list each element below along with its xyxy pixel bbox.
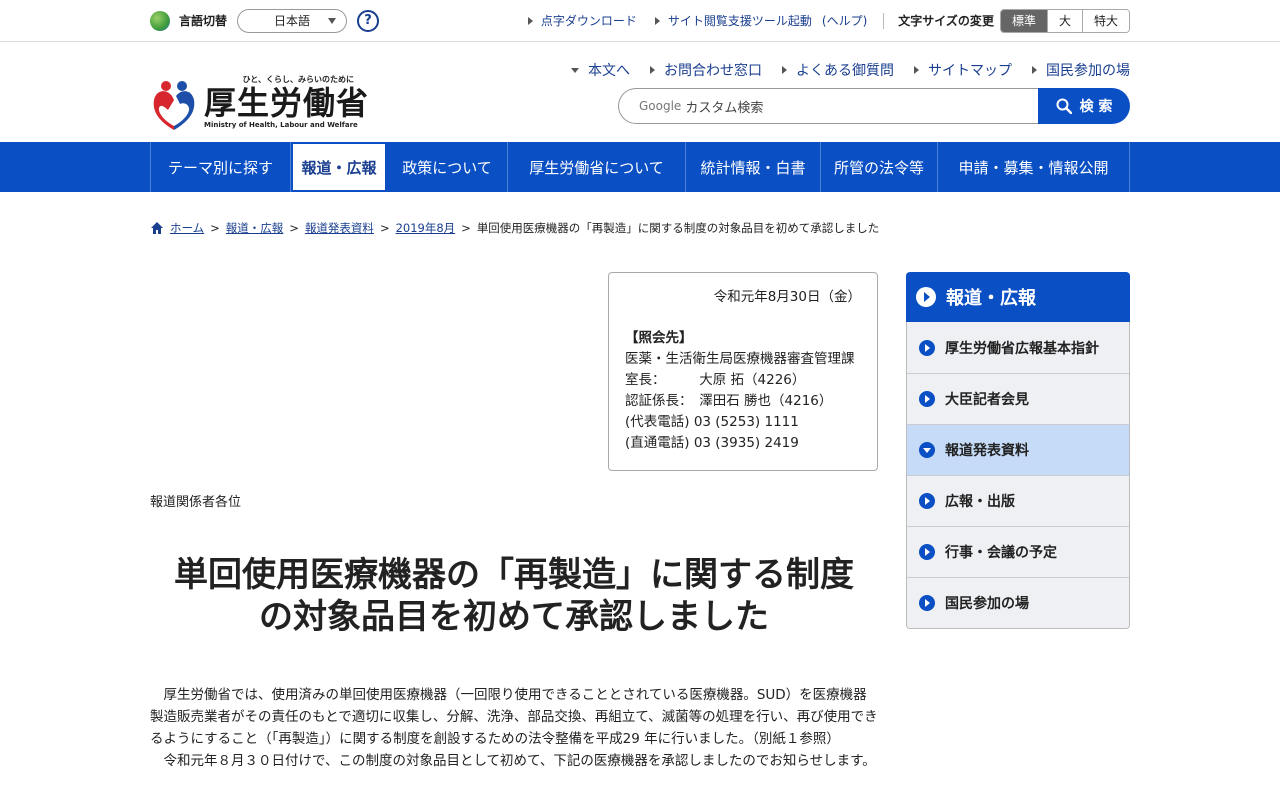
breadcrumb-current: 単回使用医療機器の「再製造」に関する制度の対象品目を初めて承認しました [476, 221, 880, 235]
arrow-circle-icon [916, 287, 936, 307]
divider [883, 12, 885, 29]
utility-links: 点字ダウンロード サイト閲覧支援ツール起動 (ヘルプ) 文字サイズの変更 標準 … [510, 8, 1130, 33]
nav-press[interactable]: 報道・広報 [291, 142, 387, 192]
sidebar-item-participation[interactable]: 国民参加の場 [907, 577, 1129, 628]
breadcrumb-home[interactable]: ホーム [170, 220, 204, 236]
home-icon [151, 222, 163, 234]
breadcrumb: ホーム > 報道・広報 > 報道発表資料 > 2019年8月 > 単回使用医療機… [150, 192, 1130, 236]
arrow-right-icon [654, 16, 660, 25]
site-header: ひと、くらし、みらいのために 厚生労働省 Ministry of Health,… [150, 42, 1130, 142]
mhlw-logo-icon [153, 81, 195, 130]
search-input[interactable]: Google カスタム検索 [618, 88, 1038, 124]
logo-english-name: Ministry of Health, Labour and Welfare [204, 121, 358, 129]
contact-link[interactable]: お問合わせ窓口 [650, 60, 762, 80]
breadcrumb-press[interactable]: 報道・広報 [226, 220, 284, 236]
main-area: 令和元年8月30日（金） 【照会先】 医薬・生活衛生局医療機器審査管理課 室長：… [150, 236, 1130, 772]
arrow-circle-icon [919, 493, 935, 509]
braille-download-link[interactable]: 点字ダウンロード [527, 12, 637, 29]
breadcrumb-separator: > [210, 221, 220, 235]
sidebar-item-press-conference[interactable]: 大臣記者会見 [907, 373, 1129, 424]
breadcrumb-separator: > [289, 221, 299, 235]
sidebar-heading[interactable]: 報道・広報 [906, 272, 1130, 322]
font-size-xlarge-button[interactable]: 特大 [1081, 9, 1129, 32]
site-logo[interactable]: ひと、くらし、みらいのために 厚生労働省 Ministry of Health,… [150, 74, 369, 134]
accessibility-help-link[interactable]: (ヘルプ) [822, 12, 867, 29]
article: 令和元年8月30日（金） 【照会先】 医薬・生活衛生局医療機器審査管理課 室長：… [150, 272, 878, 772]
paragraph: 厚生労働省では、使用済みの単回使用医療機器（一回限り使用できることとされている医… [150, 687, 878, 747]
public-participation-link[interactable]: 国民参加の場 [1032, 60, 1130, 80]
language-label: 言語切替 [179, 14, 228, 28]
language-select[interactable]: 日本語 [237, 8, 348, 33]
contact-line: (代表電話) 03 (5253) 1111 [625, 414, 799, 430]
release-date: 令和元年8月30日（金） [713, 289, 861, 305]
global-nav: テーマ別に探す 報道・広報 政策について 厚生労働省について 統計情報・白書 所… [0, 142, 1280, 192]
sidebar-item-pr-guidelines[interactable]: 厚生労働省広報基本指針 [907, 322, 1129, 373]
sidebar-item-publications[interactable]: 広報・出版 [907, 475, 1129, 526]
font-size-standard-button[interactable]: 標準 [1000, 9, 1047, 32]
arrow-right-icon [1032, 66, 1037, 74]
nav-theme[interactable]: テーマ別に探す [151, 142, 291, 192]
sitemap-link[interactable]: サイトマップ [914, 60, 1012, 80]
font-size-switcher: 標準 大 特大 [999, 8, 1130, 33]
logo-name: 厚生労働省 [204, 84, 370, 122]
arrow-down-icon [571, 67, 579, 73]
nav-applications[interactable]: 申請・募集・情報公開 [938, 142, 1130, 192]
contact-box: 令和元年8月30日（金） 【照会先】 医薬・生活衛生局医療機器審査管理課 室長：… [608, 272, 878, 471]
breadcrumb-press-releases[interactable]: 報道発表資料 [305, 220, 374, 236]
nav-laws[interactable]: 所管の法令等 [821, 142, 938, 192]
nav-about[interactable]: 厚生労働省について [508, 142, 686, 192]
arrow-down-circle-icon [919, 442, 935, 458]
nav-statistics[interactable]: 統計情報・白書 [686, 142, 821, 192]
breadcrumb-separator: > [461, 221, 471, 235]
article-body: 厚生労働省では、使用済みの単回使用医療機器（一回限り使用できることとされている医… [150, 684, 878, 772]
arrow-right-icon [782, 66, 787, 74]
arrow-right-icon [650, 66, 655, 74]
font-size-large-button[interactable]: 大 [1046, 9, 1082, 32]
accessibility-tool-link[interactable]: サイト閲覧支援ツール起動 [654, 12, 812, 29]
contact-line: 室長： 大原 拓（4226） [625, 372, 806, 388]
sidebar: 報道・広報 厚生労働省広報基本指針 大臣記者会見 報道発表資料 広報・出版 行事… [906, 272, 1130, 772]
search-icon [1056, 98, 1072, 114]
search-placeholder: カスタム検索 [685, 100, 764, 116]
arrow-circle-icon [919, 339, 935, 356]
sidebar-item-press-releases[interactable]: 報道発表資料 [907, 424, 1129, 475]
page-title: 単回使用医療機器の「再製造」に関する制度 の対象品目を初めて承認しました [174, 555, 854, 637]
contact-line: 認証係長： 澤田石 勝也（4216） [625, 393, 833, 409]
contact-line: (直通電話) 03 (3935) 2419 [625, 435, 799, 451]
google-label: Google [639, 99, 682, 113]
globe-icon [150, 10, 170, 31]
contact-line: 医薬・生活衛生局医療機器審査管理課 [625, 351, 855, 367]
faq-link[interactable]: よくある御質問 [782, 60, 894, 80]
skip-to-content-link[interactable]: 本文へ [571, 60, 630, 80]
arrow-circle-icon [919, 391, 935, 407]
breadcrumb-month[interactable]: 2019年8月 [396, 220, 456, 236]
breadcrumb-separator: > [379, 221, 390, 235]
sidebar-list: 厚生労働省広報基本指針 大臣記者会見 報道発表資料 広報・出版 行事・会議の予定… [906, 322, 1130, 629]
arrow-circle-icon [919, 544, 935, 560]
sidebar-item-events[interactable]: 行事・会議の予定 [907, 526, 1129, 577]
search-box: Google カスタム検索 検 索 [618, 88, 1130, 124]
help-icon[interactable]: ? [357, 9, 380, 32]
paragraph: 令和元年８月３０日付けで、この制度の対象品目として初めて、下記の医療機器を承認し… [163, 753, 876, 769]
arrow-right-icon [527, 16, 533, 25]
contact-heading: 【照会先】 [625, 330, 693, 346]
chevron-down-icon [328, 17, 337, 24]
search-button[interactable]: 検 索 [1038, 88, 1130, 124]
font-size-label: 文字サイズの変更 [898, 14, 994, 28]
header-links: 本文へ お問合わせ窓口 よくある御質問 サイトマップ 国民参加の場 [551, 60, 1130, 80]
nav-policy[interactable]: 政策について [387, 142, 508, 192]
addressee: 報道関係者各位 [150, 495, 242, 510]
utility-bar: 言語切替 日本語 ? 点字ダウンロード サイト閲覧支援ツール起動 (ヘルプ) 文… [0, 0, 1280, 42]
arrow-right-icon [914, 66, 919, 74]
arrow-circle-icon [919, 595, 935, 611]
